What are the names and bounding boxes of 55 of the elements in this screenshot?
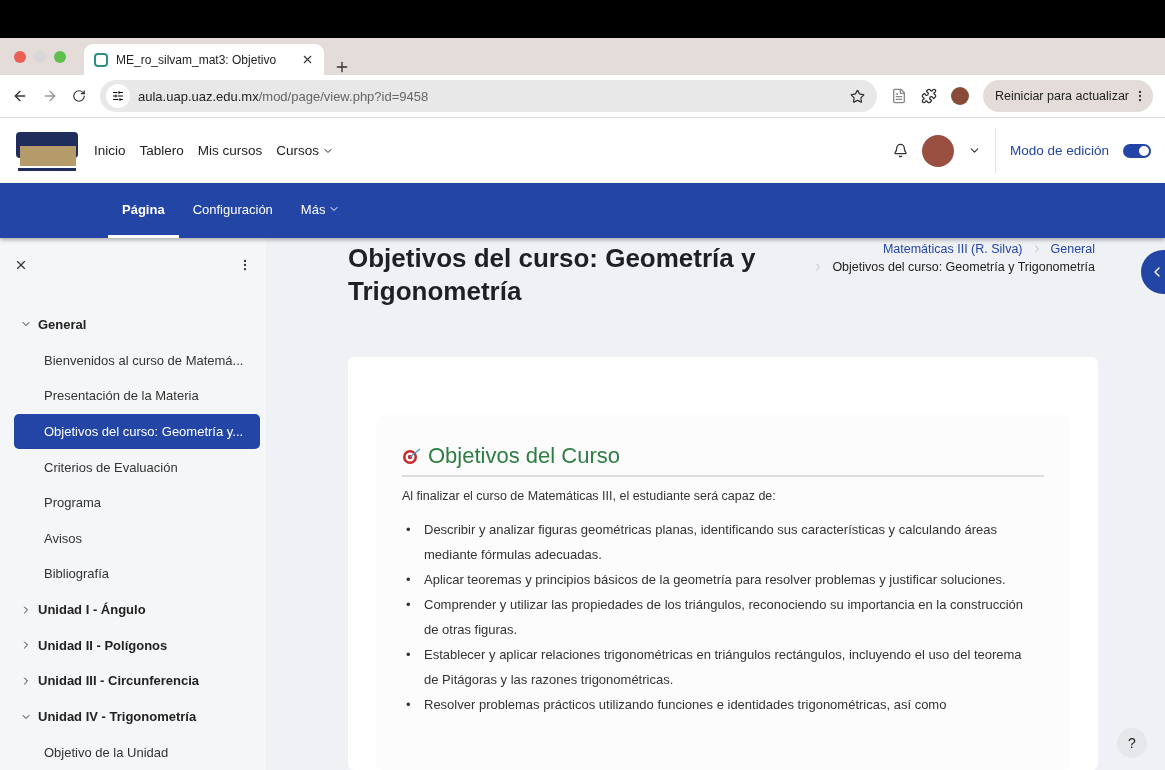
sidebar-item[interactable]: Objetivo de la Unidad xyxy=(14,734,260,770)
reload-icon[interactable] xyxy=(72,89,86,103)
sidebar-item[interactable]: Objetivos del curso: Geometría y... xyxy=(14,413,260,450)
site-favicon-icon xyxy=(94,52,108,67)
bullet-mark: • xyxy=(406,646,412,664)
breadcrumb-current: Objetivos del curso: Geometría y Trigonometría xyxy=(832,260,1095,274)
bell-icon[interactable] xyxy=(892,143,908,158)
breadcrumb-link[interactable]: General xyxy=(1050,242,1095,256)
forward-icon[interactable] xyxy=(42,88,58,104)
sidebar-item[interactable]: Bibliografía xyxy=(14,556,260,592)
breadcrumb-link[interactable]: Matemáticas III (R. Silva) xyxy=(882,242,1023,256)
objective-item: Establecer y aplicar relaciones trigonométricas en triángulos rectángulos, incluyendo el uso del teorema de Pitágoras y las razones trigonométricas. xyxy=(424,646,1023,689)
site-settings-icon[interactable] xyxy=(106,84,130,108)
sidebar-item[interactable]: Avisos xyxy=(14,520,260,557)
objective-item: Comprender y utilizar las propiedades de los triángulos, reconociendo su importancia en la construcción de otras figuras. xyxy=(424,596,1024,639)
intro-text: Al finalizar el curso de Matemáticas III, el estudiante será capaz de: xyxy=(402,489,777,503)
nav-link[interactable]: Inicio xyxy=(94,143,126,158)
section-title[interactable]: Unidad I - Ángulo xyxy=(14,591,260,628)
user-avatar[interactable] xyxy=(921,134,954,167)
close-icon[interactable] xyxy=(301,53,314,66)
objective-item: Resolver problemas prácticos utilizando funciones e identidades trigonométricas, así como xyxy=(424,696,948,714)
help-button[interactable]: ? xyxy=(1117,728,1147,758)
star-icon[interactable] xyxy=(849,88,865,104)
sidebar-item[interactable]: Criterios de Evaluación xyxy=(14,449,260,485)
target-icon xyxy=(402,447,422,465)
section-title[interactable]: General xyxy=(14,306,260,343)
bullet-mark: • xyxy=(406,521,412,539)
nav-tab[interactable]: Configuración xyxy=(178,183,287,238)
nav-tab[interactable]: Más xyxy=(286,183,355,238)
page-title: Objetivos del curso: Geometría y Trigonometría xyxy=(348,242,757,307)
update-button[interactable]: Reiniciar para actualizar xyxy=(982,80,1153,112)
bullet-mark: • xyxy=(406,696,412,714)
sidebar-item[interactable]: Programa xyxy=(14,484,260,521)
heading-text: Objetivos del Curso xyxy=(428,443,620,469)
nav-link[interactable]: Cursos xyxy=(276,143,335,158)
objective-item: Describir y analizar figuras geométricas planas, identificando sus características y calculando áreas mediante fórmulas adecuadas. xyxy=(424,521,998,564)
edit-mode-toggle[interactable] xyxy=(1123,143,1151,158)
nav-link[interactable]: Mis cursos xyxy=(197,143,263,158)
back-icon[interactable] xyxy=(12,88,28,104)
section-title[interactable]: Unidad IV - Trigonometría xyxy=(14,698,260,735)
new-tab-icon[interactable] xyxy=(334,59,350,75)
sidebar-item[interactable]: Presentación de la Materia xyxy=(14,377,260,414)
document-icon[interactable] xyxy=(890,88,907,104)
nav-link[interactable]: Tablero xyxy=(139,143,184,158)
section-title[interactable]: Unidad III - Circunferencia xyxy=(14,663,260,699)
edit-mode-label: Modo de edición xyxy=(1009,143,1109,158)
bullet-mark: • xyxy=(406,596,412,614)
bullet-mark: • xyxy=(406,571,412,589)
sidebar-item[interactable]: Bienvenidos al curso de Matemá... xyxy=(14,342,260,378)
puzzle-icon[interactable] xyxy=(920,88,937,104)
profile-avatar[interactable] xyxy=(950,87,969,105)
section-title[interactable]: Unidad II - Polígonos xyxy=(14,627,260,664)
objective-item: Aplicar teoremas y principios básicos de la geometría para resolver problemas y justificar soluciones. xyxy=(424,571,1007,589)
address-bar[interactable]: aula.uap.uaz.edu.mx/mod/page/view.php?id=9458 xyxy=(100,80,877,112)
browser-tab[interactable]: ME_ro_silvam_mat3: Objetivo xyxy=(84,44,324,75)
